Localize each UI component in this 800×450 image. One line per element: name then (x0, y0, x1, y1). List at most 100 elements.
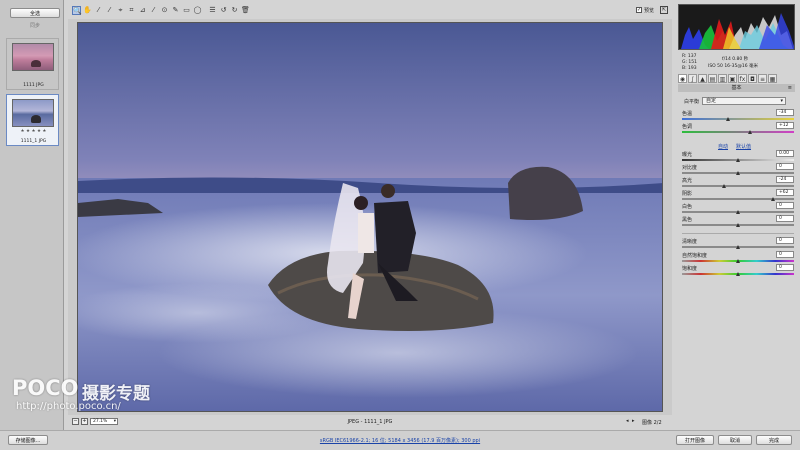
trash-icon[interactable]: 🗑 (241, 6, 250, 15)
contrast-label: 对比度 (682, 165, 698, 171)
rotate-cw-icon[interactable]: ↻ (230, 6, 239, 15)
tab-tone-curve[interactable]: ∫ (688, 74, 697, 83)
tint-label: 色调 (682, 124, 693, 130)
photo-preview[interactable] (77, 22, 663, 412)
shadows-value[interactable]: +62 (776, 189, 794, 196)
panel-menu-icon[interactable]: ≡ (788, 84, 792, 92)
blacks-slider[interactable]: 黑色 0 (682, 215, 794, 230)
divider (682, 233, 794, 234)
cancel-button[interactable]: 取消 (718, 435, 752, 445)
saturation-knob[interactable] (736, 272, 740, 276)
filmstrip: 全选 同步 1111 JPG ★ ★ ★ ★ ★ 1111_1 JPG (0, 0, 64, 430)
tint-knob[interactable] (748, 130, 752, 134)
highlights-value[interactable]: -24 (776, 176, 794, 183)
red-eye-icon[interactable]: ⊙ (160, 6, 169, 15)
vibrance-label: 自然饱和度 (682, 253, 708, 259)
clarity-label: 清晰度 (682, 239, 698, 245)
histogram (678, 4, 795, 50)
crop-icon[interactable]: ⌗ (127, 6, 136, 15)
white-balance-value: 自定 (706, 98, 717, 104)
exposure-value[interactable]: 0.00 (776, 150, 794, 157)
adjustment-panel: R: 137 G: 151 B: 193 f/14 0.80 秒 ISO 50 … (674, 0, 800, 430)
adjustment-brush-icon[interactable]: ✎ (171, 6, 180, 15)
histogram-graph (681, 13, 794, 49)
whites-label: 白色 (682, 204, 693, 210)
saturation-label: 饱和度 (682, 266, 698, 272)
radial-filter-icon[interactable]: ◯ (193, 6, 202, 15)
zoom-icon[interactable]: 🔍 (72, 6, 82, 15)
chevron-down-icon: ▾ (780, 98, 783, 104)
clarity-slider[interactable]: 清晰度 0 (682, 237, 794, 252)
shadows-label: 阴影 (682, 191, 693, 197)
color-sampler-icon[interactable]: ⁄ (105, 6, 114, 15)
temperature-label: 色温 (682, 111, 693, 117)
contrast-value[interactable]: 0 (776, 163, 794, 170)
open-image-button[interactable]: 打开图像 (676, 435, 714, 445)
image-counter: 图像 2/2 (642, 420, 662, 426)
thumbnail-1111-1[interactable]: ★ ★ ★ ★ ★ 1111_1 JPG (6, 94, 59, 146)
whites-value[interactable]: 0 (776, 202, 794, 209)
highlights-knob[interactable] (722, 184, 726, 188)
readout-r: R: 137 (682, 54, 697, 59)
graduated-filter-icon[interactable]: ▭ (182, 6, 191, 15)
exif-iso-lens: ISO 50 16-35@16 毫米 (708, 64, 759, 69)
thumbnail-rating[interactable]: ★ ★ ★ ★ ★ (7, 129, 60, 134)
tab-lens-corrections[interactable]: ▣ (728, 74, 737, 83)
default-link[interactable]: 默认值 (736, 143, 751, 150)
exposure-knob[interactable] (736, 158, 740, 162)
vibrance-value[interactable]: 0 (776, 251, 794, 258)
watermark-url: http://photo.poco.cn/ (16, 401, 121, 412)
saturation-value[interactable]: 0 (776, 264, 794, 271)
fullscreen-icon[interactable]: ⇱ (660, 6, 668, 14)
preferences-icon[interactable]: ☰ (208, 6, 217, 15)
image-canvas[interactable]: POCO 摄影专题 http://photo.poco.cn/ (12, 19, 672, 415)
blacks-knob[interactable] (736, 223, 740, 227)
clarity-value[interactable]: 0 (776, 237, 794, 244)
sync-button[interactable]: 同步 (10, 22, 60, 29)
spot-removal-icon[interactable]: ⁄ (149, 6, 158, 15)
target-adjust-icon[interactable]: ⌖ (116, 6, 125, 15)
tab-basic[interactable]: ◉ (678, 74, 687, 83)
blacks-label: 黑色 (682, 217, 693, 223)
shadows-knob[interactable] (771, 197, 775, 201)
saturation-slider[interactable]: 饱和度 0 (682, 264, 794, 279)
blacks-value[interactable]: 0 (776, 215, 794, 222)
vibrance-knob[interactable] (736, 259, 740, 263)
thumbnail-image (12, 99, 54, 127)
thumbnail-1111[interactable]: 1111 JPG (6, 38, 59, 90)
photo-image (78, 23, 662, 411)
hand-icon[interactable]: ✋ (83, 6, 92, 15)
tab-hsl[interactable]: ▤ (708, 74, 717, 83)
done-button[interactable]: 完成 (756, 435, 792, 445)
straighten-icon[interactable]: ⊿ (138, 6, 147, 15)
tint-slider[interactable]: 色调 +12 (682, 122, 794, 137)
auto-link[interactable]: 自动 (718, 143, 728, 150)
temperature-value[interactable]: -34 (776, 109, 794, 116)
white-balance-icon[interactable]: ⁄ (94, 6, 103, 15)
thumbnail-filename: 1111_1 JPG (20, 139, 47, 144)
white-balance-label: 白平衡 (684, 99, 700, 105)
next-image-icon[interactable]: ▸ (632, 418, 638, 425)
whites-knob[interactable] (736, 210, 740, 214)
exposure-label: 曝光 (682, 152, 693, 158)
tab-effects[interactable]: fx (738, 74, 747, 83)
tab-snapshots[interactable]: ▦ (768, 74, 777, 83)
tab-detail[interactable]: ▲ (698, 74, 707, 83)
highlights-track (682, 185, 794, 187)
tab-split-toning[interactable]: ▥ (718, 74, 727, 83)
tab-presets[interactable]: ≡ (758, 74, 767, 83)
temperature-knob[interactable] (726, 117, 730, 121)
rotate-ccw-icon[interactable]: ↺ (219, 6, 228, 15)
preview-checkbox[interactable]: ✓ (636, 7, 642, 13)
highlights-label: 高光 (682, 178, 693, 184)
bottom-bar: 存储图像... sRGB IEC61966-2.1; 16 位; 5184 x … (0, 430, 800, 450)
select-all-button[interactable]: 全选 (10, 8, 60, 18)
contrast-knob[interactable] (736, 171, 740, 175)
tint-track (682, 131, 794, 133)
white-balance-select[interactable]: 自定 ▾ (702, 97, 786, 105)
tint-value[interactable]: +12 (776, 122, 794, 129)
temperature-track (682, 118, 794, 120)
tab-camera-calibration[interactable]: ◘ (748, 74, 757, 83)
clarity-knob[interactable] (736, 245, 740, 249)
current-filename: JPEG - 1111_1 JPG (347, 419, 393, 425)
